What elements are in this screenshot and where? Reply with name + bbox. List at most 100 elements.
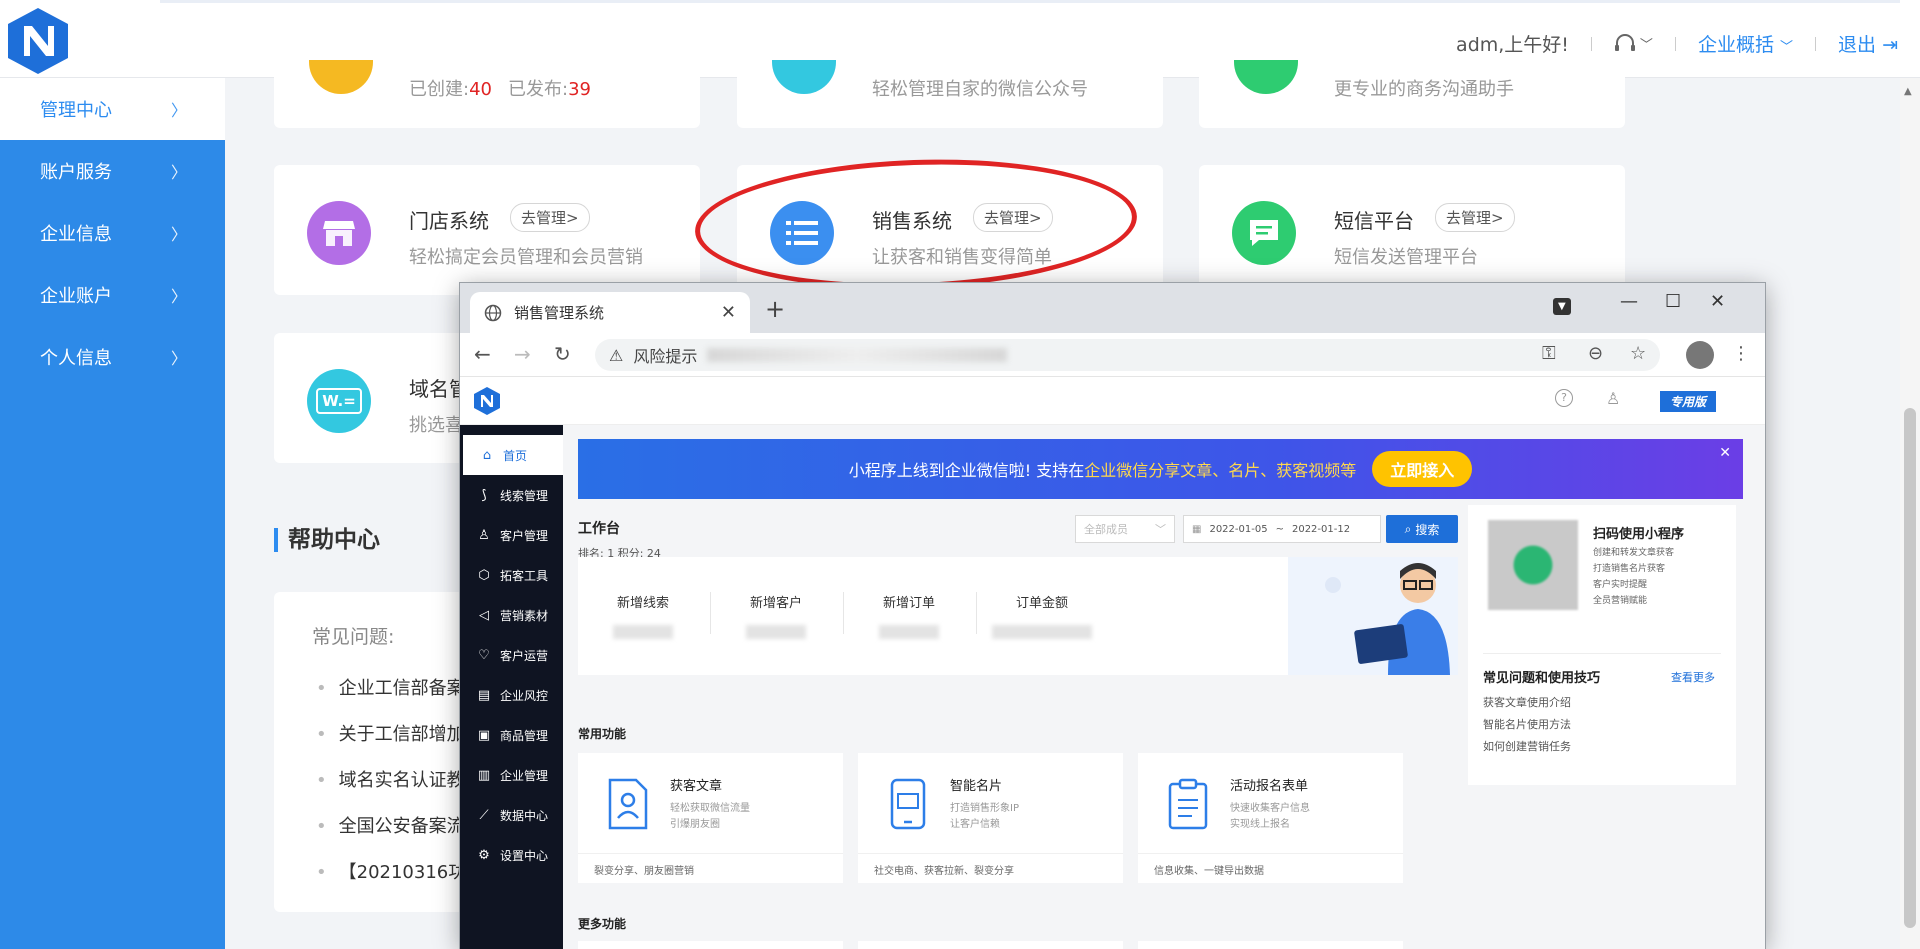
support-menu[interactable]: ﹀ (1614, 33, 1653, 54)
nav-label: 客户运营 (500, 648, 549, 663)
warning-icon: ⚠ (609, 345, 624, 365)
function-desc: 打造销售形象IP (950, 803, 1019, 814)
enterprise-overview-menu[interactable]: 企业概括 ﹀ (1698, 30, 1793, 57)
browser-tab[interactable]: 销售管理系统 ✕ (470, 292, 750, 333)
tip-link[interactable]: 智能名片使用方法 (1483, 716, 1571, 732)
back-icon[interactable]: ← (474, 342, 491, 366)
faq-link[interactable]: 全国公安备案流 (316, 812, 465, 838)
address-bar[interactable]: ⚠ 风险提示 (595, 339, 1660, 371)
tools-icon: ⬡ (478, 567, 490, 583)
app-card-sms[interactable]: 短信平台 去管理> 短信发送管理平台 (1199, 165, 1625, 295)
tip-link[interactable]: 如何创建营销任务 (1483, 738, 1571, 754)
app-card-business[interactable]: 更专业的商务沟通助手 (1199, 60, 1625, 128)
nav-item-customers[interactable]: ♙ 客户管理 (460, 515, 563, 555)
workspace-title: 工作台 (578, 521, 620, 537)
function-card-signup-form[interactable]: 活动报名表单 快速收集客户信息 实现线上报名 信息收集、一键导出数据 (1138, 753, 1403, 883)
stat-new-leads[interactable]: 新增线索 (578, 592, 708, 639)
manage-button[interactable]: 去管理> (1435, 203, 1515, 232)
more-function-card[interactable] (858, 941, 1123, 949)
qr-feature: 创建和转发文章获客 (1593, 548, 1675, 558)
sidebar-item-enterprise-info[interactable]: 企业信息 〉 (0, 202, 225, 264)
user-icon[interactable]: ♙ (1606, 389, 1620, 408)
brand-logo[interactable] (4, 6, 72, 76)
function-card-business-card[interactable]: 智能名片 打造销售形象IP 让客户信赖 社交电商、获客拉新、裂变分享 (858, 753, 1123, 883)
faq-link[interactable]: 关于工信部增加 (316, 720, 465, 746)
qr-code[interactable] (1488, 520, 1578, 610)
logout-label: 退出 (1838, 34, 1877, 56)
settings-icon: ⚙ (478, 847, 490, 863)
operations-icon: ♡ (478, 647, 490, 663)
reload-icon[interactable]: ↻ (554, 342, 571, 366)
bookmark-star-icon[interactable]: ☆ (1630, 343, 1646, 364)
stat-new-customers[interactable]: 新增客户 (711, 592, 841, 639)
nav-item-leads[interactable]: ⟆ 线索管理 (460, 475, 563, 515)
more-function-card[interactable] (578, 941, 843, 949)
chevron-down-icon: ﹀ (1639, 38, 1653, 53)
chevron-right-icon: 〉 (170, 163, 187, 182)
app-logo[interactable] (472, 386, 502, 416)
nav-item-settings[interactable]: ⚙ 设置中心 (460, 835, 563, 875)
app-card-domain[interactable]: W.= 域名管 挑选喜 (274, 333, 474, 463)
scrollbar-thumb[interactable] (1904, 408, 1916, 928)
close-banner-icon[interactable]: ✕ (1719, 445, 1731, 461)
nav-item-operations[interactable]: ♡ 客户运营 (460, 635, 563, 675)
nav-item-goods[interactable]: ▣ 商品管理 (460, 715, 563, 755)
tips-title: 常见问题和使用技巧 (1483, 671, 1601, 686)
function-desc: 引爆朋友圈 (670, 819, 720, 830)
tab-search-icon[interactable]: ▼ (1553, 298, 1571, 315)
minimize-icon[interactable]: — (1620, 291, 1638, 312)
key-icon[interactable]: ⚿ (1542, 343, 1556, 364)
view-more-link[interactable]: 查看更多 (1671, 669, 1715, 685)
function-card-articles[interactable]: 获客文章 轻松获取微信流量 引爆朋友圈 裂变分享、朋友圈营销 (578, 753, 843, 883)
page-scrollbar[interactable]: ▲ (1900, 78, 1920, 949)
app-card-store[interactable]: 门店系统 去管理> 轻松搞定会员管理和会员营销 (274, 165, 700, 295)
logout-button[interactable]: 退出 ⇥ (1838, 30, 1898, 57)
chevron-right-icon: 〉 (170, 225, 187, 244)
promo-banner[interactable]: 小程序上线到企业微信啦! 支持在 企业微信分享文章、名片、获客视频等 立即接入 ✕ (578, 439, 1743, 499)
close-window-icon[interactable]: ✕ (1710, 291, 1725, 312)
stat-new-orders[interactable]: 新增订单 (844, 592, 974, 639)
date-range-picker[interactable]: ▦ 2022-01-05 ~ 2022-01-12 (1183, 515, 1381, 543)
tip-link[interactable]: 获客文章使用介绍 (1483, 694, 1571, 710)
zoom-icon[interactable]: ⊖ (1588, 343, 1603, 364)
faq-link[interactable]: 【20210316功能 (316, 858, 485, 884)
app-title: 门店系统 (409, 209, 489, 233)
sidebar-item-enterprise-account[interactable]: 企业账户 〉 (0, 264, 225, 326)
member-select[interactable]: 全部成员 ﹀ (1075, 515, 1175, 543)
nav-label: 设置中心 (500, 848, 549, 863)
new-tab-icon[interactable]: + (765, 295, 785, 323)
stat-order-amount[interactable]: 订单金额 (977, 592, 1107, 639)
search-button[interactable]: ⌕ 搜索 (1386, 515, 1458, 543)
help-icon[interactable]: ? (1555, 389, 1573, 407)
maximize-icon[interactable]: ☐ (1665, 291, 1681, 312)
sidebar-item-management-center[interactable]: 管理中心 〉 (0, 78, 225, 140)
close-tab-icon[interactable]: ✕ (721, 302, 736, 323)
sidebar-item-account-service[interactable]: 账户服务 〉 (0, 140, 225, 202)
profile-avatar-icon[interactable] (1686, 341, 1714, 369)
forward-icon[interactable]: → (514, 342, 531, 366)
function-tags: 裂变分享、朋友圈营销 (578, 853, 843, 885)
nav-item-risk[interactable]: ▤ 企业风控 (460, 675, 563, 715)
manage-button[interactable]: 去管理> (510, 203, 590, 232)
more-function-card[interactable] (1138, 941, 1403, 949)
nav-item-home[interactable]: ⌂ 首页 (463, 435, 563, 475)
scroll-up-arrow-icon[interactable]: ▲ (1904, 86, 1912, 97)
nav-item-tools[interactable]: ⬡ 拓客工具 (460, 555, 563, 595)
leads-icon: ⟆ (481, 487, 487, 503)
faq-link[interactable]: 企业工信部备案 (316, 674, 465, 700)
browser-toolbar: ← → ↻ ⚠ 风险提示 ⚿ ⊖ ☆ ⋮ (460, 333, 1765, 377)
nav-item-data[interactable]: ⟋ 数据中心 (460, 795, 563, 835)
app-card-wechat[interactable]: 轻松管理自家的微信公众号 (737, 60, 1163, 128)
clipboard-icon (1168, 778, 1208, 830)
more-menu-icon[interactable]: ⋮ (1732, 343, 1750, 364)
faq-link[interactable]: 域名实名认证教 (316, 766, 465, 792)
mini-program-card: 扫码使用小程序 创建和转发文章获客 打造销售名片获客 客户实时提醒 全员营销赋能… (1468, 505, 1736, 785)
sidebar-item-label: 企业账户 (40, 286, 112, 307)
nav-item-enterprise[interactable]: ▥ 企业管理 (460, 755, 563, 795)
banner-highlight: 企业微信分享文章、名片、获客视频等 (1084, 461, 1357, 480)
app-card-articles[interactable]: 已创建:40 已发布:39 (274, 60, 700, 128)
connect-now-button[interactable]: 立即接入 (1372, 451, 1473, 487)
qr-title: 扫码使用小程序 (1593, 527, 1685, 542)
sidebar-item-personal-info[interactable]: 个人信息 〉 (0, 326, 225, 388)
nav-item-materials[interactable]: ◁ 营销素材 (460, 595, 563, 635)
